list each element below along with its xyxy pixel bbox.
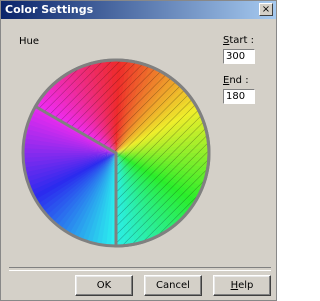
end-field[interactable]: 180 bbox=[223, 89, 255, 104]
close-button[interactable]: × bbox=[259, 3, 273, 16]
start-label: Start : bbox=[223, 35, 254, 46]
cancel-button[interactable]: Cancel bbox=[144, 275, 202, 296]
hue-wheel[interactable] bbox=[21, 58, 211, 248]
help-button[interactable]: Help bbox=[213, 275, 271, 296]
color-settings-dialog: Color Settings × Hue Start : 300 End : 1… bbox=[0, 0, 277, 301]
start-field[interactable]: 300 bbox=[223, 49, 255, 64]
button-separator bbox=[9, 267, 271, 271]
hue-label: Hue bbox=[19, 36, 40, 47]
end-label: End : bbox=[223, 75, 249, 86]
title-bar[interactable]: Color Settings × bbox=[1, 1, 276, 19]
window-title: Color Settings bbox=[5, 3, 94, 16]
ok-button[interactable]: OK bbox=[75, 275, 133, 296]
